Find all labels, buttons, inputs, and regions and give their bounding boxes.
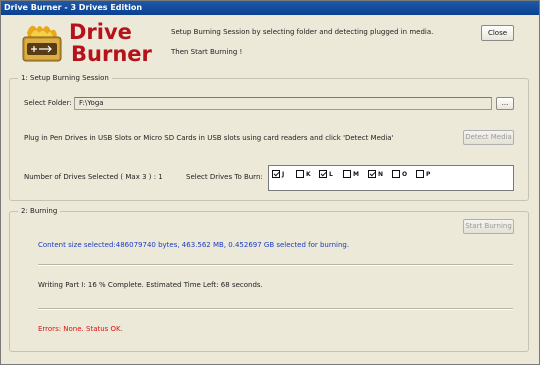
drive-checkbox[interactable] xyxy=(343,170,351,178)
logo-title-drive: Drive xyxy=(69,20,132,44)
select-drives-label: Select Drives To Burn: xyxy=(186,173,263,181)
drive-checkbox[interactable] xyxy=(319,170,327,178)
title-bar: Drive Burner - 3 Drives Edition xyxy=(1,1,539,15)
drive-letter-label: O xyxy=(402,170,408,178)
start-burning-button[interactable]: Start Burning xyxy=(463,219,514,234)
drive-burner-logo-icon xyxy=(21,23,63,63)
app-window: Drive Burner - 3 Drives Edition Drive Bu… xyxy=(0,0,540,365)
content-size-text: Content size selected:486079740 bytes, 4… xyxy=(38,241,350,249)
drive-letter-label: N xyxy=(378,170,384,178)
drive-option-l[interactable]: L xyxy=(319,169,333,179)
detect-media-button[interactable]: Detect Media xyxy=(463,130,514,145)
drive-checkbox[interactable] xyxy=(296,170,304,178)
close-button[interactable]: Close xyxy=(481,25,514,41)
burning-group-title: 2: Burning xyxy=(18,207,61,216)
folder-path-field[interactable]: F:\Yoga xyxy=(74,97,492,110)
drive-option-k[interactable]: K xyxy=(296,169,311,179)
drive-option-p[interactable]: P xyxy=(416,169,430,179)
drive-letter-label: P xyxy=(426,170,431,178)
drive-letter-label: L xyxy=(329,170,333,178)
status-text: Errors: None. Status OK. xyxy=(38,325,123,333)
drive-letter-label: K xyxy=(306,170,311,178)
plug-instruction-text: Plug in Pen Drives in USB Slots or Micro… xyxy=(24,134,394,142)
drive-option-o[interactable]: O xyxy=(392,169,407,179)
drive-checkbox[interactable] xyxy=(416,170,424,178)
browse-folder-button[interactable]: ... xyxy=(496,97,514,110)
logo-title-burner: Burner xyxy=(71,42,152,66)
drives-count-label: Number of Drives Selected ( Max 3 ) : 1 xyxy=(24,173,163,181)
header: Drive Burner Setup Burning Session by se… xyxy=(1,15,539,75)
instruction-text: Setup Burning Session by selecting folde… xyxy=(171,28,434,36)
instruction-text-2: Then Start Burning ! xyxy=(171,48,243,56)
drive-letter-label: J xyxy=(282,170,285,178)
separator xyxy=(38,264,513,266)
drive-selection-box: J K L M N O P xyxy=(268,165,514,191)
drive-checkbox[interactable] xyxy=(272,170,280,178)
burning-group: 2: Burning Start Burning Content size se… xyxy=(9,207,529,352)
setup-session-group: 1: Setup Burning Session Select Folder: … xyxy=(9,74,529,201)
setup-group-title: 1: Setup Burning Session xyxy=(18,74,112,83)
separator xyxy=(38,308,513,310)
drive-checkbox[interactable] xyxy=(392,170,400,178)
drive-option-m[interactable]: M xyxy=(343,169,359,179)
drive-checkbox[interactable] xyxy=(368,170,376,178)
select-folder-label: Select Folder: xyxy=(24,99,72,107)
drive-option-j[interactable]: J xyxy=(272,169,284,179)
progress-text: Writing Part I: 16 % Complete. Estimated… xyxy=(38,281,263,289)
drive-letter-label: M xyxy=(353,170,359,178)
drive-option-n[interactable]: N xyxy=(368,169,383,179)
